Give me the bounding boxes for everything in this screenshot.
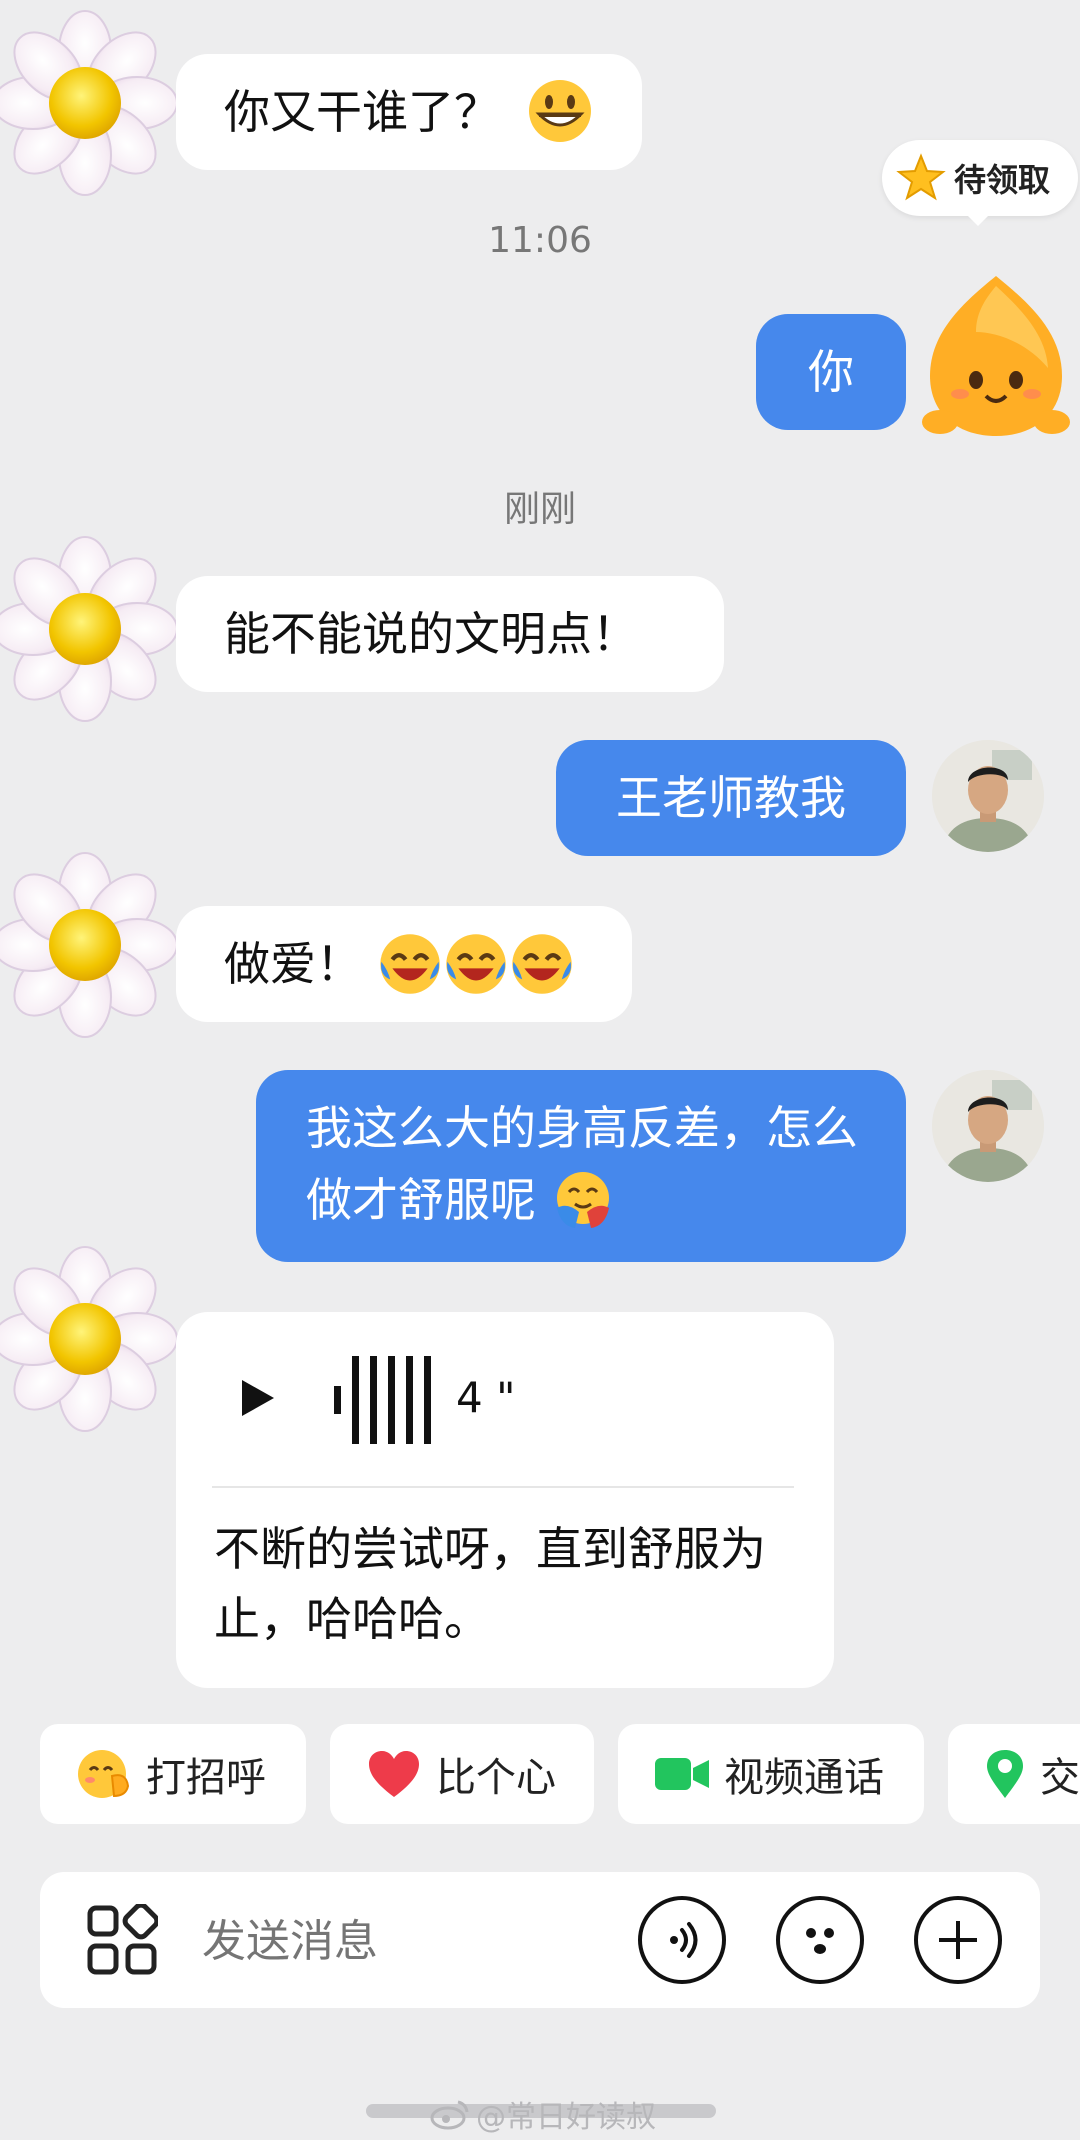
voice-transcript: 不断的尝试呀，直到舒服为止，哈哈哈。 (214, 1522, 766, 1646)
laughing-crying-face-icon (443, 931, 509, 997)
voice-waveform-icon (334, 1356, 431, 1444)
add-button[interactable] (914, 1896, 1002, 1984)
message-bubble-outgoing[interactable]: 你 (756, 314, 906, 430)
message-input-bar (40, 1872, 1040, 2008)
apps-grid-icon[interactable] (86, 1904, 158, 1976)
reward-badge-label: 待领取 (954, 161, 1051, 199)
weibo-logo-icon (430, 2100, 469, 2130)
watermark-text: @常日好读叔 (476, 2100, 656, 2135)
watermark: @常日好读叔 (430, 2092, 656, 2136)
user-avatar[interactable] (932, 740, 1044, 852)
message-text: 王老师教我 (616, 771, 846, 825)
laughing-crying-face-icon (377, 931, 443, 997)
message-input[interactable] (200, 1906, 644, 1976)
voice-message-bubble[interactable]: 4 " 不断的尝试呀，直到舒服为止，哈哈哈。 (176, 1312, 834, 1688)
quick-action-location[interactable]: 交 (948, 1724, 1080, 1824)
quick-action-video-call[interactable]: 视频通话 (618, 1724, 924, 1824)
message-text: 你 (808, 345, 854, 399)
quick-action-label: 视频通话 (724, 1755, 884, 1801)
reward-badge[interactable]: 待领取 (882, 140, 1078, 216)
quick-action-label: 打招呼 (146, 1755, 266, 1801)
timestamp: 11:06 (488, 220, 592, 261)
laughing-crying-face-icon (509, 931, 575, 997)
video-camera-icon (654, 1746, 710, 1802)
location-pin-icon (984, 1746, 1026, 1802)
message-text: 你又干谁了？ (224, 85, 500, 139)
heart-icon (366, 1746, 422, 1802)
emoji-button[interactable] (776, 1896, 864, 1984)
message-text: 做爱！ (224, 937, 362, 991)
message-bubble-outgoing[interactable]: 王老师教我 (556, 740, 906, 856)
timestamp: 刚刚 (503, 489, 576, 530)
voice-input-button[interactable] (638, 1896, 726, 1984)
mascot-avatar[interactable] (916, 272, 1076, 442)
user-avatar[interactable] (932, 1070, 1044, 1182)
hugging-face-icon (556, 1171, 609, 1228)
message-bubble-incoming[interactable]: 你又干谁了？ (176, 54, 642, 170)
grinning-face-icon (528, 79, 591, 142)
contact-avatar[interactable] (0, 850, 180, 1040)
contact-avatar[interactable] (0, 1244, 180, 1434)
quick-action-heart[interactable]: 比个心 (330, 1724, 594, 1824)
voice-duration: 4 " (456, 1373, 516, 1422)
quick-action-label: 交 (1040, 1755, 1080, 1801)
waving-face-icon (76, 1746, 132, 1802)
quick-action-label: 比个心 (436, 1755, 556, 1801)
contact-avatar[interactable] (0, 534, 180, 724)
smiley-icon (806, 1928, 834, 1954)
message-bubble-incoming[interactable]: 做爱！ (176, 906, 632, 1022)
quick-action-greet[interactable]: 打招呼 (40, 1724, 306, 1824)
play-icon[interactable] (238, 1376, 278, 1420)
divider (212, 1486, 794, 1488)
message-text: 能不能说的文明点！ (224, 607, 638, 661)
message-bubble-outgoing[interactable]: 我这么大的身高反差，怎么做才舒服呢 (256, 1070, 906, 1262)
plus-icon (939, 1921, 977, 1959)
message-bubble-incoming[interactable]: 能不能说的文明点！ (176, 576, 724, 692)
voice-wave-icon (670, 1922, 698, 1958)
star-icon (896, 153, 946, 201)
contact-avatar[interactable] (0, 8, 180, 198)
